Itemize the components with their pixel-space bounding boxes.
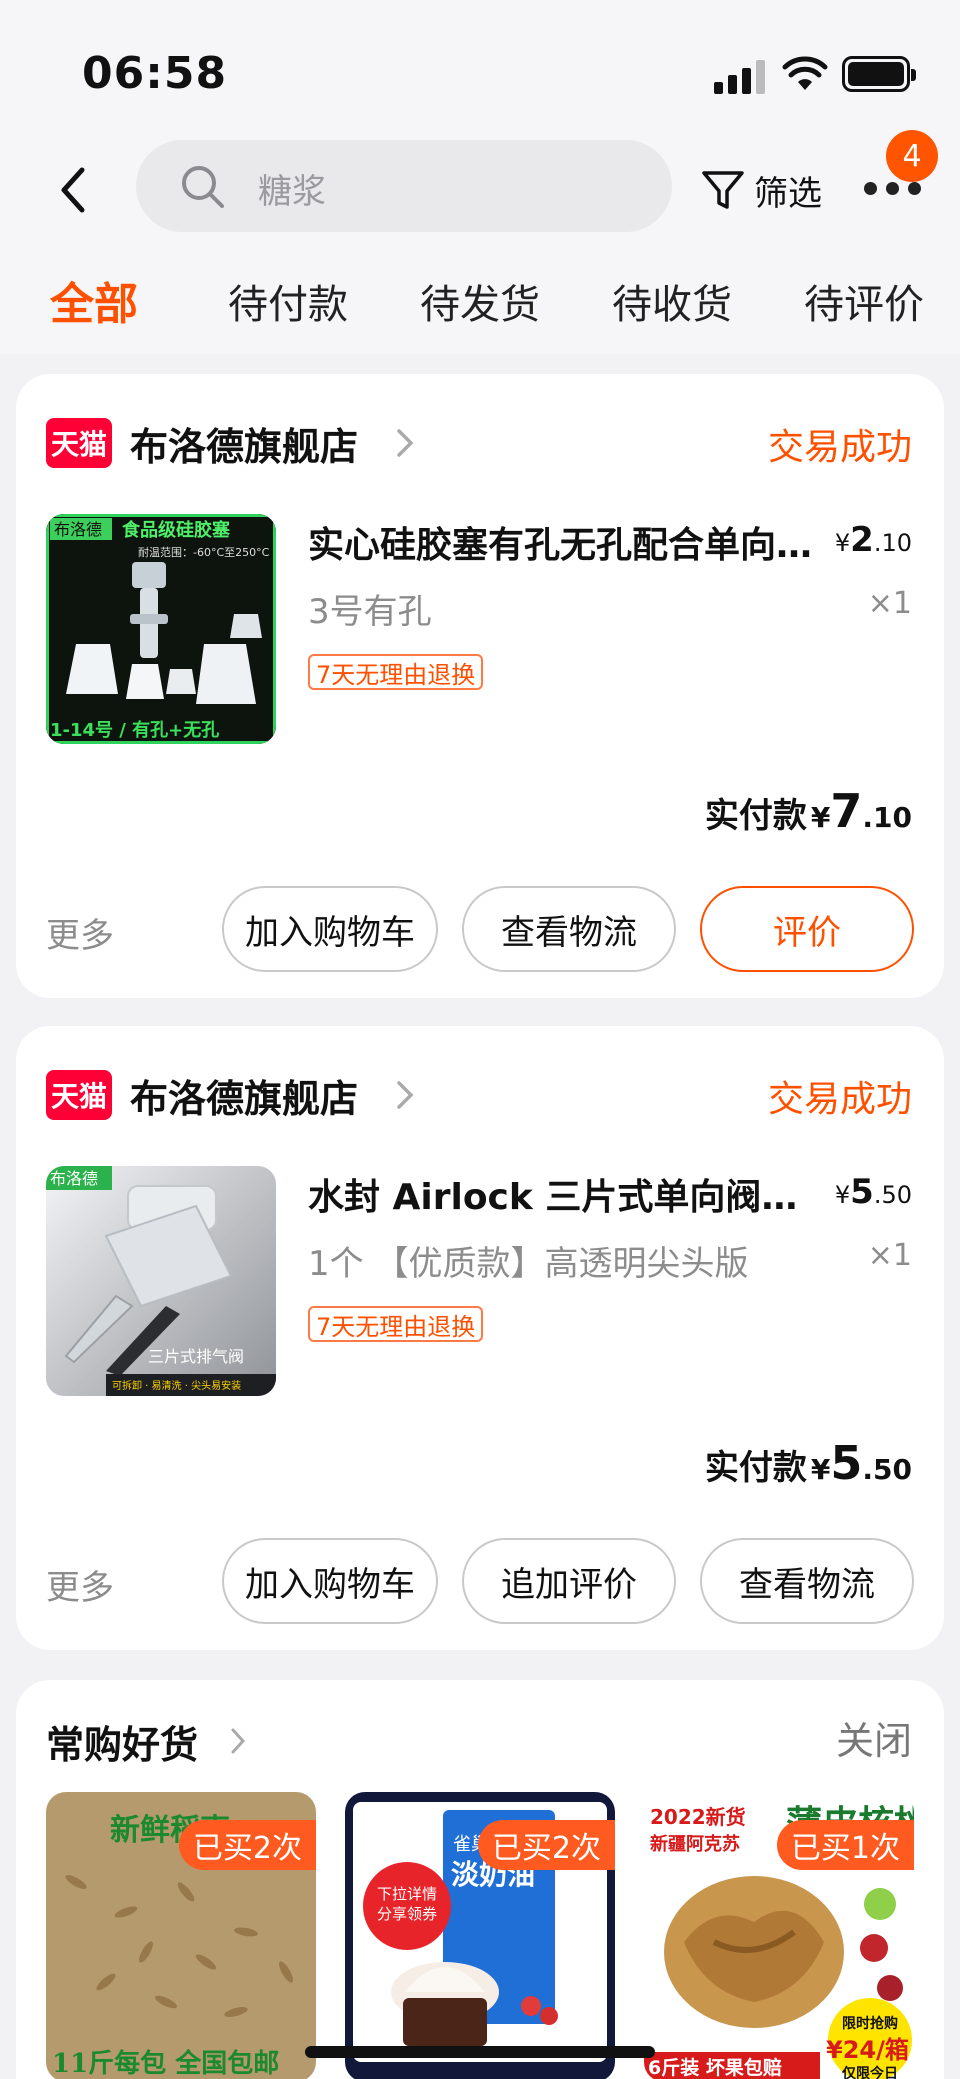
- product-image-brand: 布洛德: [50, 1169, 98, 1188]
- recommended-product[interactable]: 雀巢 Nestle 淡奶油 下拉详情分享领券 可开电子发票 已买2次: [345, 1792, 615, 2079]
- chevron-right-icon[interactable]: [394, 1078, 416, 1112]
- tab-pending-receipt[interactable]: 待收货: [612, 272, 732, 330]
- price-decimal: .10: [873, 529, 912, 557]
- paid-label: 实付款: [704, 796, 807, 836]
- tile-image-caption: 11斤每包 全国包邮: [52, 2048, 279, 2079]
- frequently-bought-section: 常购好货 关闭 新鲜稻壳 11斤每包 全国包邮 已买2次 雀巢 淡奶油 下拉详情…: [16, 1680, 944, 2079]
- notification-badge: 4: [886, 130, 938, 182]
- bought-count-badge: 已买2次: [178, 1820, 316, 1870]
- paid-amount: 实付款 ¥5.50: [705, 1436, 912, 1490]
- chevron-right-icon[interactable]: [228, 1726, 248, 1756]
- bought-count-badge: 已买2次: [477, 1820, 615, 1870]
- order-status: 交易成功: [767, 1079, 912, 1120]
- paid-integer: 7: [830, 784, 863, 838]
- product-title[interactable]: 实心硅胶塞有孔无孔配合单向阀橡胶塞子: [308, 516, 828, 568]
- tab-all[interactable]: 全部: [50, 268, 138, 332]
- product-image[interactable]: 布洛德 食品级硅胶塞 耐温范围：-60°C至250°C 1-14号 / 有孔+无…: [46, 514, 276, 744]
- add-to-cart-button[interactable]: 加入购物车: [222, 886, 438, 972]
- order-tabs: 全部 待付款 待发货 待收货 待评价: [0, 250, 960, 354]
- order-card: 天猫 布洛德旗舰店 交易成功 布洛德 三片式排气阀 可拆卸 · 易清洗 · 尖头…: [16, 1026, 944, 1650]
- filter-label: 筛选: [754, 173, 822, 214]
- battery-icon: [842, 56, 916, 92]
- recommended-product[interactable]: 新鲜稻壳 11斤每包 全国包邮 已买2次: [46, 1792, 316, 2079]
- product-title[interactable]: 水封 Airlock 三片式单向阀精酿发酵排气阀: [308, 1168, 828, 1220]
- product-quantity: ×1: [867, 1238, 912, 1273]
- paid-label: 实付款: [704, 1448, 807, 1488]
- chevron-right-icon[interactable]: [394, 426, 416, 460]
- add-review-button[interactable]: 追加评价: [462, 1538, 676, 1624]
- search-bar[interactable]: 糖浆: [136, 140, 672, 232]
- tile-image-flash-sale: 限时抢购: [842, 2015, 898, 2032]
- paid-amount: 实付款 ¥7.10: [705, 784, 912, 838]
- bought-count-badge: 已买1次: [776, 1820, 914, 1870]
- filter-button[interactable]: 筛选: [700, 160, 822, 220]
- wifi-icon: [782, 56, 828, 90]
- close-button[interactable]: 关闭: [836, 1710, 912, 1765]
- section-title[interactable]: 常购好货: [46, 1714, 198, 1769]
- product-image-caption: 可拆卸 · 易清洗 · 尖头易安装: [112, 1379, 241, 1392]
- tab-pending-payment[interactable]: 待付款: [228, 272, 348, 330]
- currency-symbol: ¥: [834, 529, 851, 557]
- price-integer: 5: [850, 1172, 874, 1212]
- back-arrow-icon[interactable]: [50, 160, 98, 220]
- tab-pending-review[interactable]: 待评价: [804, 272, 924, 330]
- cellular-signal-icon: [714, 60, 766, 94]
- tab-pending-shipment[interactable]: 待发货: [420, 272, 540, 330]
- product-sku: 3号有孔: [308, 592, 432, 632]
- store-name[interactable]: 布洛德旗舰店: [130, 1068, 358, 1123]
- tile-image-price: ¥24/箱: [826, 2036, 909, 2064]
- tmall-logo: 天猫: [46, 418, 112, 468]
- search-icon: [182, 166, 224, 208]
- view-logistics-button[interactable]: 查看物流: [700, 1538, 914, 1624]
- tile-image-year: 2022新货: [650, 1805, 746, 1829]
- paid-integer: 5: [830, 1436, 863, 1490]
- home-indicator[interactable]: [305, 2046, 655, 2058]
- review-button[interactable]: 评价: [700, 886, 914, 972]
- store-name[interactable]: 布洛德旗舰店: [130, 416, 358, 471]
- currency-symbol: ¥: [834, 1181, 851, 1209]
- product-quantity: ×1: [867, 586, 912, 621]
- clock: 06:58: [82, 48, 228, 99]
- product-sku: 1个 【优质款】高透明尖头版: [308, 1244, 749, 1284]
- more-options-icon[interactable]: [862, 182, 924, 198]
- price-decimal: .50: [873, 1181, 912, 1209]
- product-image[interactable]: 布洛德 三片式排气阀 可拆卸 · 易清洗 · 尖头易安装: [46, 1166, 276, 1396]
- return-policy-tag: 7天无理由退换: [308, 654, 484, 690]
- add-to-cart-button[interactable]: 加入购物车: [222, 1538, 438, 1624]
- recommended-product[interactable]: 2022新货 新疆阿克苏 薄皮核桃 限时抢购 ¥24/箱 6斤装 坏果包赔 仅限…: [644, 1792, 914, 2079]
- product-image-brand: 布洛德: [54, 520, 102, 539]
- search-placeholder: 糖浆: [258, 172, 326, 212]
- product-image-caption: 1-14号 / 有孔+无孔: [50, 719, 219, 741]
- more-link[interactable]: 更多: [46, 1560, 114, 1609]
- tile-image-today-only: 仅限今日: [841, 2065, 898, 2079]
- order-status: 交易成功: [767, 427, 912, 468]
- top-nav: 糖浆 筛选 4: [0, 130, 960, 250]
- paid-currency: ¥: [810, 801, 831, 834]
- product-image-spec: 耐温范围：-60°C至250°C: [138, 545, 270, 559]
- tile-image-promo: 下拉详情分享领券: [376, 1885, 437, 1923]
- filter-icon: [702, 171, 744, 209]
- order-card: 天猫 布洛德旗舰店 交易成功 布洛德 食品级硅胶塞 耐温范围：-60°C至250…: [16, 374, 944, 998]
- tmall-logo: 天猫: [46, 1070, 112, 1120]
- view-logistics-button[interactable]: 查看物流: [462, 886, 676, 972]
- product-image-headline: 食品级硅胶塞: [121, 519, 231, 541]
- product-image-headline: 三片式排气阀: [148, 1347, 244, 1366]
- tile-image-caption: 6斤装 坏果包赔: [648, 2056, 782, 2079]
- status-bar: 06:58: [0, 0, 960, 130]
- price-integer: 2: [850, 520, 874, 560]
- return-policy-tag: 7天无理由退换: [308, 1306, 484, 1342]
- product-price: ¥2.10: [835, 520, 912, 560]
- paid-decimal: .50: [862, 1453, 912, 1486]
- paid-decimal: .10: [862, 801, 912, 834]
- paid-currency: ¥: [810, 1453, 831, 1486]
- product-price: ¥5.50: [835, 1172, 912, 1212]
- more-link[interactable]: 更多: [46, 908, 114, 957]
- tile-image-origin: 新疆阿克苏: [650, 1833, 740, 1855]
